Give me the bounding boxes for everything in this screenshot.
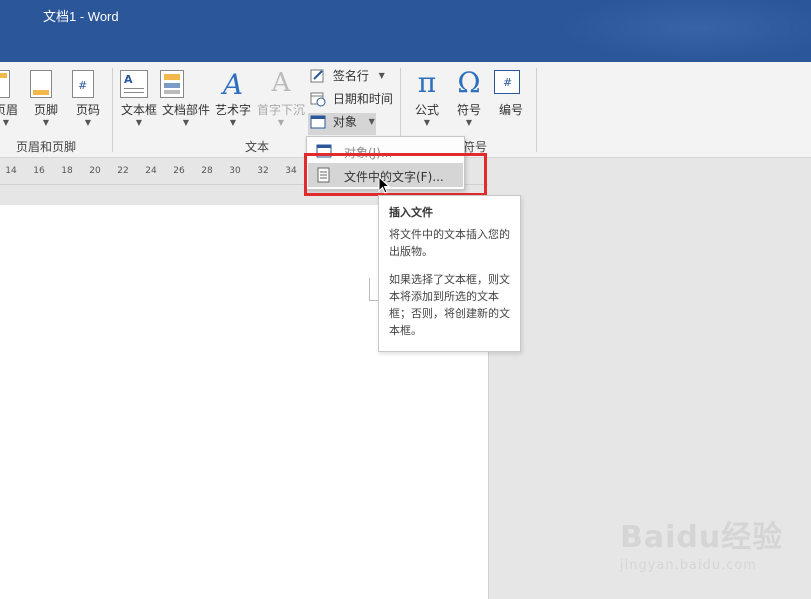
group-divider bbox=[112, 68, 113, 152]
footer-icon bbox=[30, 70, 52, 98]
ruler-tick: 26 bbox=[173, 166, 185, 176]
highlight-box bbox=[304, 153, 487, 196]
watermark-logo: Baidu经验 bbox=[620, 520, 784, 555]
page-number-button[interactable]: # 页码 ▼ bbox=[72, 70, 104, 127]
signature-line-icon bbox=[310, 69, 324, 82]
wordart-icon: A bbox=[222, 68, 244, 101]
calendar-clock-icon bbox=[310, 92, 326, 106]
quick-parts-icon bbox=[160, 70, 184, 98]
page-number-label: 页码 bbox=[75, 103, 100, 117]
pi-icon: π bbox=[417, 66, 437, 99]
chevron-down-icon: ▼ bbox=[2, 118, 10, 127]
ruler-tick: 28 bbox=[201, 166, 213, 176]
ruler-tick: 16 bbox=[33, 166, 45, 176]
footer-button[interactable]: 页脚 ▼ bbox=[30, 70, 62, 127]
group-label-header-footer: 页眉和页脚 bbox=[16, 140, 77, 154]
header-label: 页眉 bbox=[0, 103, 18, 117]
quick-parts-label: 文档部件 bbox=[161, 103, 210, 117]
ruler-tick: 22 bbox=[117, 166, 129, 176]
ruler-tick: 30 bbox=[229, 166, 241, 176]
omega-icon: Ω bbox=[457, 66, 481, 99]
drop-cap-icon: A bbox=[271, 68, 291, 98]
baidu-watermark: Baidu经验 jingyan.baidu.com bbox=[620, 512, 800, 582]
symbol-button[interactable]: Ω 符号 ▼ bbox=[452, 66, 486, 127]
wordart-label: 艺术字 bbox=[214, 103, 251, 117]
mouse-pointer-icon bbox=[378, 176, 391, 194]
chevron-down-icon: ▼ bbox=[135, 118, 143, 127]
ruler-tick: 34 bbox=[285, 166, 297, 176]
symbol-label: 符号 bbox=[456, 103, 481, 117]
numbering-icon: # bbox=[494, 70, 520, 94]
chevron-down-icon: ▼ bbox=[229, 118, 237, 127]
date-time-button[interactable]: 日期和时间 bbox=[310, 90, 393, 112]
chevron-down-icon: ▼ bbox=[84, 118, 92, 127]
quick-parts-button[interactable]: 文档部件 ▼ bbox=[160, 70, 212, 127]
textbox-label: 文本框 bbox=[120, 103, 157, 117]
watermark-url: jingyan.baidu.com bbox=[620, 558, 757, 573]
ruler-tick: 32 bbox=[257, 166, 269, 176]
tooltip-paragraph: 如果选择了文本框，则文本将添加到所选的文本框；否则，将创建新的文本框。 bbox=[389, 273, 510, 337]
chevron-down-icon: ▼ bbox=[368, 117, 375, 126]
header-icon bbox=[0, 70, 10, 98]
object-button[interactable]: 对象 ▼ bbox=[308, 113, 376, 135]
group-divider bbox=[536, 68, 537, 152]
ruler-tick: 20 bbox=[89, 166, 101, 176]
ruler-tick: 24 bbox=[145, 166, 157, 176]
drop-cap-label: 首字下沉 bbox=[256, 103, 305, 117]
wordart-button[interactable]: A 艺术字 ▼ bbox=[213, 68, 253, 127]
object-label: 对象 bbox=[332, 115, 357, 129]
chevron-down-icon: ▼ bbox=[182, 118, 190, 127]
textbox-icon: A bbox=[120, 70, 148, 98]
title-bar-decoration bbox=[560, 0, 811, 62]
chevron-down-icon: ▼ bbox=[465, 118, 473, 127]
footer-label: 页脚 bbox=[33, 103, 58, 117]
date-time-label: 日期和时间 bbox=[332, 92, 393, 106]
numbering-button[interactable]: # 编号 bbox=[494, 70, 528, 118]
chevron-down-icon: ▼ bbox=[378, 71, 385, 80]
textbox-button[interactable]: A 文本框 ▼ bbox=[120, 70, 158, 127]
drop-cap-button[interactable]: A 首字下沉 ▼ bbox=[256, 68, 306, 127]
numbering-label: 编号 bbox=[498, 103, 523, 117]
window-title: 文档1 - Word bbox=[43, 9, 119, 24]
ruler-tick: 14 bbox=[5, 166, 17, 176]
chevron-down-icon: ▼ bbox=[277, 118, 285, 127]
title-bar: 文档1 - Word bbox=[0, 0, 811, 62]
tooltip-title: 插入文件 bbox=[389, 206, 433, 219]
equation-label: 公式 bbox=[414, 103, 439, 117]
chevron-down-icon: ▼ bbox=[42, 118, 50, 127]
header-button[interactable]: 页眉 ▼ bbox=[0, 70, 26, 127]
object-icon bbox=[310, 115, 326, 128]
signature-line-button[interactable]: 签名行 ▼ bbox=[310, 67, 385, 89]
equation-button[interactable]: π 公式 ▼ bbox=[410, 66, 444, 127]
tooltip: 插入文件 将文件中的文本插入您的出版物。 如果选择了文本框，则文本将添加到所选的… bbox=[378, 195, 521, 352]
chevron-down-icon: ▼ bbox=[423, 118, 431, 127]
signature-line-label: 签名行 bbox=[332, 69, 369, 83]
ruler-tick: 18 bbox=[61, 166, 73, 176]
tooltip-paragraph: 将文件中的文本插入您的出版物。 bbox=[389, 228, 510, 258]
group-label-text: 文本 bbox=[245, 140, 270, 154]
page-number-icon: # bbox=[72, 70, 94, 98]
